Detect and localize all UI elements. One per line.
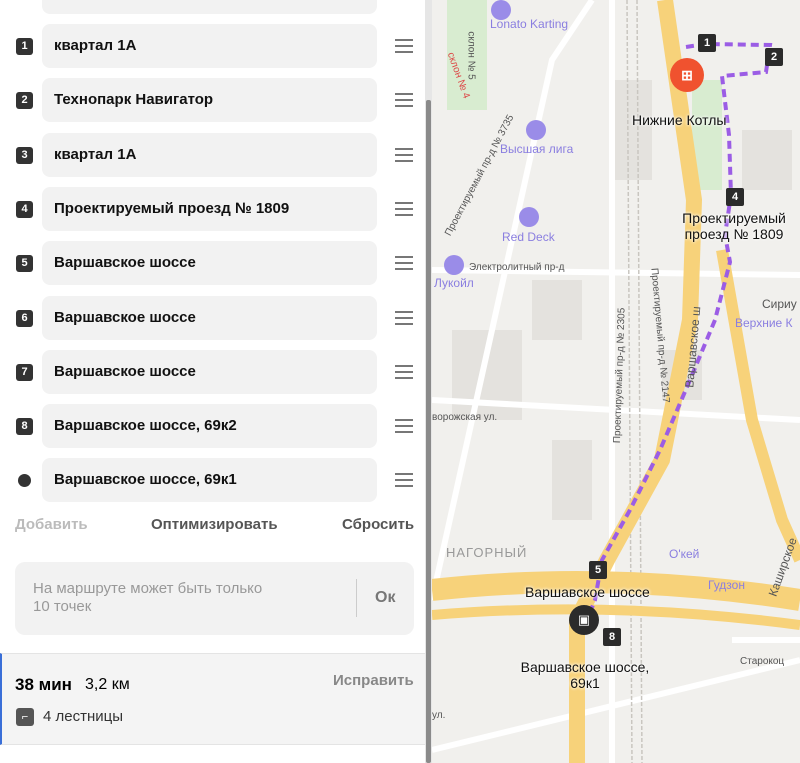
distance: 3,2 км xyxy=(85,676,130,693)
street-label: ворожская ул. xyxy=(432,412,498,423)
waypoint-field[interactable]: квартал 1А xyxy=(42,132,377,177)
waypoint-number-badge: 4 xyxy=(16,200,33,218)
waypoint-row[interactable]: 1 квартал 1А xyxy=(0,24,425,68)
poi-vysshaya[interactable]: Высшая лига xyxy=(500,142,573,156)
stairs-count: 4 лестницы xyxy=(43,708,124,725)
waypoint-row[interactable]: 2 Технопарк Навигатор xyxy=(0,78,425,123)
stairs-icon: ⌐ xyxy=(16,708,34,726)
optimize-button[interactable]: Оптимизировать xyxy=(151,516,278,533)
waypoint-number-badge: 7 xyxy=(16,363,33,381)
drag-handle-icon[interactable] xyxy=(395,201,413,216)
waypoint-number-badge: 5 xyxy=(16,255,33,273)
scrollbar-thumb[interactable] xyxy=(426,100,431,763)
fitness-icon xyxy=(526,120,546,140)
poi-lonato[interactable]: Lonato Karting xyxy=(490,17,568,31)
metro-pin-icon[interactable]: ⊞ xyxy=(670,58,704,92)
divider xyxy=(356,579,357,617)
waypoint-row[interactable]: 7 Варшавское шоссе xyxy=(0,349,425,394)
waypoint-field[interactable]: Варшавское шоссе xyxy=(42,349,377,394)
waypoint-field[interactable]: Варшавское шоссе, 69к1 xyxy=(42,458,377,503)
label-varsh69: Варшавское шоссе, 69к1 xyxy=(520,659,650,691)
street-label: склон № 5 xyxy=(465,31,477,80)
waypoint-row[interactable]: 6 Варшавское шоссе xyxy=(0,295,425,340)
label-proezd: Проектируемый проезд № 1809 xyxy=(682,210,786,242)
waypoint-row[interactable]: 3 квартал 1А xyxy=(0,132,425,177)
waypoint-number-badge: 8 xyxy=(16,418,33,436)
poi-lukoil[interactable]: Лукойл xyxy=(434,276,474,290)
waypoint-field[interactable]: Технопарк Навигатор xyxy=(42,78,377,123)
map[interactable]: Lonato Karting Высшая лига Red Deck Луко… xyxy=(432,0,800,763)
waypoint-row[interactable]: 4 Проектируемый проезд № 1809 xyxy=(0,186,425,231)
route-marker[interactable]: 4 xyxy=(726,188,744,206)
route-panel: 1 квартал 1А 2 Технопарк Навигатор 3 квартал … xyxy=(0,0,425,763)
ok-button[interactable]: Ок xyxy=(375,589,395,607)
drag-handle-icon[interactable] xyxy=(395,473,413,488)
street-label: Старокоц xyxy=(740,656,785,667)
waypoint-number-badge: 2 xyxy=(16,92,33,110)
waypoint-number-badge: 6 xyxy=(16,309,33,327)
destination-pin-icon[interactable]: ▣ xyxy=(569,605,599,635)
fitness-icon xyxy=(519,207,539,227)
poi-gudzon[interactable]: Гудзон xyxy=(708,578,745,592)
waypoint-number-badge: 3 xyxy=(16,146,33,164)
route-marker[interactable]: 1 xyxy=(698,34,716,52)
poi-verkhnie[interactable]: Верхние К xyxy=(735,316,793,330)
district-label: НАГОРНЫЙ xyxy=(446,545,528,560)
waypoint-field[interactable]: Варшавское шоссе xyxy=(42,295,377,340)
poi-siriu[interactable]: Сириу xyxy=(762,297,797,311)
drag-handle-icon[interactable] xyxy=(395,310,413,325)
waypoint-row[interactable]: Варшавское шоссе, 69к1 xyxy=(0,458,425,503)
waypoint-row[interactable]: 5 Варшавское шоссе xyxy=(0,241,425,286)
route-marker[interactable]: 2 xyxy=(765,48,783,66)
label-nizhnie: Нижние Котлы xyxy=(632,112,727,128)
drag-handle-icon[interactable] xyxy=(395,256,413,271)
waypoint-field[interactable]: Варшавское шоссе xyxy=(42,241,377,286)
waypoint-field-prev[interactable] xyxy=(42,0,377,14)
fix-button[interactable]: Исправить xyxy=(333,672,414,689)
route-marker[interactable]: 8 xyxy=(603,628,621,646)
drag-handle-icon[interactable] xyxy=(395,39,413,53)
drag-handle-icon[interactable] xyxy=(395,419,413,434)
drag-handle-icon[interactable] xyxy=(395,364,413,379)
limit-notice: На маршруте может быть только 10 точек О… xyxy=(15,562,414,635)
drag-handle-icon[interactable] xyxy=(395,93,413,108)
poi-okey[interactable]: О'кей xyxy=(669,547,699,561)
reset-button[interactable]: Сбросить xyxy=(342,516,414,533)
destination-dot-icon xyxy=(18,474,31,488)
street-label: ул. xyxy=(432,710,446,721)
waypoint-field[interactable]: Проектируемый проезд № 1809 xyxy=(42,186,377,231)
duration: 38 мин xyxy=(15,675,72,694)
waypoint-number-badge: 1 xyxy=(16,38,33,55)
waypoint-field[interactable]: квартал 1А xyxy=(42,24,377,68)
route-summary[interactable]: 38 мин 3,2 км Исправить ⌐ 4 лестницы xyxy=(0,653,425,745)
poi-reddeck[interactable]: Red Deck xyxy=(502,230,555,244)
fuel-icon xyxy=(444,255,464,275)
waypoint-field[interactable]: Варшавское шоссе, 69к2 xyxy=(42,404,377,449)
route-marker[interactable]: 5 xyxy=(589,561,607,579)
notice-text: На маршруте может быть только 10 точек xyxy=(33,580,263,615)
drag-handle-icon[interactable] xyxy=(395,147,413,162)
street-label: Электролитный пр-д xyxy=(469,262,565,273)
label-varsh: Варшавское шоссе xyxy=(525,584,650,600)
add-button[interactable]: Добавить xyxy=(15,516,88,533)
waypoint-row[interactable]: 8 Варшавское шоссе, 69к2 xyxy=(0,404,425,449)
